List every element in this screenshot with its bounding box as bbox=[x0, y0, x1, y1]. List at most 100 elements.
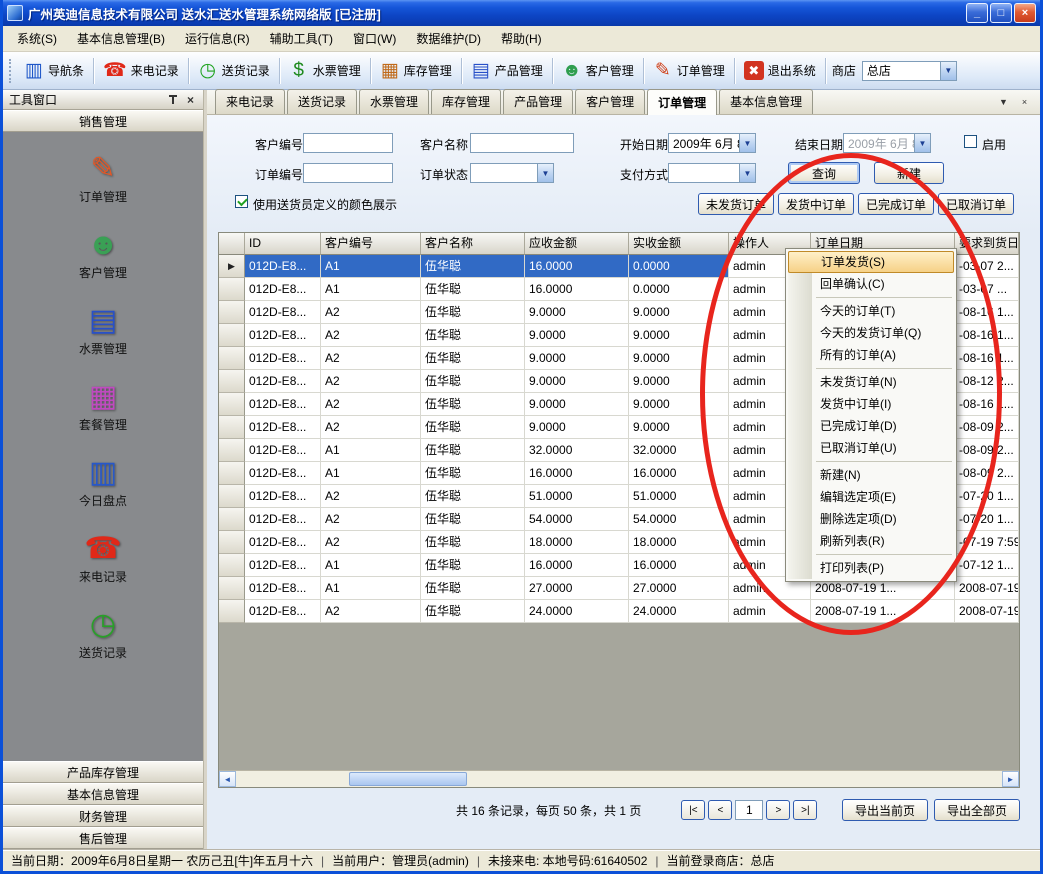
column-header-2[interactable]: 客户名称 bbox=[421, 233, 525, 255]
context-order-dispatch[interactable]: 订单发货(S) bbox=[788, 251, 954, 273]
context-today-orders[interactable]: 今天的订单(T) bbox=[788, 300, 954, 322]
row-selector[interactable] bbox=[219, 554, 245, 577]
row-selector[interactable] bbox=[219, 278, 245, 301]
tab-order[interactable]: 订单管理 bbox=[647, 89, 717, 115]
next-page-button[interactable]: > bbox=[766, 800, 790, 820]
sidebar-item-customer-mgmt[interactable]: ☻客户管理 bbox=[3, 216, 203, 292]
sidebar-item-delivery-record[interactable]: ◷送货记录 bbox=[3, 596, 203, 672]
enable-checkbox[interactable] bbox=[964, 135, 977, 148]
column-header-0[interactable]: ID bbox=[245, 233, 321, 255]
toolbar-delivery-record-button[interactable]: ◷送货记录 bbox=[191, 58, 277, 84]
context-completed-orders[interactable]: 已完成订单(D) bbox=[788, 415, 954, 437]
row-selector[interactable] bbox=[219, 370, 245, 393]
menu-data-maintenance[interactable]: 数据维护(D) bbox=[406, 25, 491, 52]
prev-page-button[interactable]: < bbox=[708, 800, 732, 820]
chevron-down-icon[interactable]: ▼ bbox=[739, 164, 755, 182]
context-dispatching-orders[interactable]: 发货中订单(I) bbox=[788, 393, 954, 415]
tab-call-record[interactable]: 来电记录 bbox=[215, 89, 285, 114]
row-selector[interactable] bbox=[219, 531, 245, 554]
row-selector[interactable] bbox=[219, 439, 245, 462]
close-button[interactable]: × bbox=[1014, 3, 1036, 23]
column-header-3[interactable]: 应收金额 bbox=[525, 233, 629, 255]
toolbar-customer-button[interactable]: ☻客户管理 bbox=[555, 58, 641, 84]
context-delete-selected[interactable]: 删除选定项(D) bbox=[788, 508, 954, 530]
tab-delivery-record[interactable]: 送货记录 bbox=[287, 89, 357, 114]
horizontal-scrollbar[interactable]: ◄ ► bbox=[219, 770, 1019, 787]
context-receipt-confirm[interactable]: 回单确认(C) bbox=[788, 273, 954, 295]
undispatched-orders-button[interactable]: 未发货订单 bbox=[698, 193, 774, 215]
sidebar-section-basic-info[interactable]: 基本信息管理 bbox=[3, 783, 203, 805]
order-no-input[interactable] bbox=[303, 163, 393, 183]
export-current-page-button[interactable]: 导出当前页 bbox=[842, 799, 928, 821]
customer-name-input[interactable] bbox=[470, 133, 574, 153]
tab-close-icon[interactable]: × bbox=[1017, 94, 1032, 109]
row-selector[interactable] bbox=[219, 485, 245, 508]
store-combo[interactable]: 总店 ▼ bbox=[862, 61, 957, 81]
pin-icon[interactable] bbox=[167, 94, 178, 105]
toolbar-product-button[interactable]: ▤产品管理 bbox=[464, 58, 550, 84]
menu-run-info[interactable]: 运行信息(R) bbox=[175, 25, 260, 52]
sidebar-item-call-record[interactable]: ☎来电记录 bbox=[3, 520, 203, 596]
row-selector[interactable] bbox=[219, 347, 245, 370]
sidebar-section-finance[interactable]: 财务管理 bbox=[3, 805, 203, 827]
toolbar-navigator-button[interactable]: ▥导航条 bbox=[17, 58, 91, 84]
completed-orders-button[interactable]: 已完成订单 bbox=[858, 193, 934, 215]
toolbar-inventory-button[interactable]: ▦库存管理 bbox=[373, 58, 459, 84]
context-all-orders[interactable]: 所有的订单(A) bbox=[788, 344, 954, 366]
context-undispatched-orders[interactable]: 未发货订单(N) bbox=[788, 371, 954, 393]
start-date-combo[interactable]: 2009年 6月 8日 ▼ bbox=[668, 133, 756, 153]
color-checkbox[interactable] bbox=[235, 195, 248, 208]
menu-basic-info-mgmt[interactable]: 基本信息管理(B) bbox=[67, 25, 175, 52]
tab-customer[interactable]: 客户管理 bbox=[575, 89, 645, 114]
row-selector[interactable]: ▶ bbox=[219, 255, 245, 278]
row-selector[interactable] bbox=[219, 462, 245, 485]
sidebar-item-order-mgmt[interactable]: ✎订单管理 bbox=[3, 140, 203, 216]
context-refresh-list[interactable]: 刷新列表(R) bbox=[788, 530, 954, 552]
tab-scroll-icon[interactable]: ▼ bbox=[996, 94, 1011, 109]
toolbar-order-button[interactable]: ✎订单管理 bbox=[646, 58, 732, 84]
chevron-down-icon[interactable]: ▼ bbox=[537, 164, 553, 182]
minimize-button[interactable]: _ bbox=[966, 3, 988, 23]
page-number-input[interactable] bbox=[735, 800, 763, 820]
row-selector[interactable] bbox=[219, 577, 245, 600]
row-selector[interactable] bbox=[219, 416, 245, 439]
chevron-down-icon[interactable]: ▼ bbox=[940, 62, 956, 80]
new-button[interactable]: 新建 bbox=[874, 162, 944, 184]
customer-no-input[interactable] bbox=[303, 133, 393, 153]
context-new-order[interactable]: 新建(N) bbox=[788, 464, 954, 486]
context-print-list[interactable]: 打印列表(P) bbox=[788, 557, 954, 579]
sidebar-item-ticket-mgmt[interactable]: ▤水票管理 bbox=[3, 292, 203, 368]
dispatching-orders-button[interactable]: 发货中订单 bbox=[778, 193, 854, 215]
menu-aux-tools[interactable]: 辅助工具(T) bbox=[260, 25, 343, 52]
menu-system[interactable]: 系统(S) bbox=[7, 25, 67, 52]
sidebar-item-package-mgmt[interactable]: ▦套餐管理 bbox=[3, 368, 203, 444]
toolbar-water-ticket-button[interactable]: $水票管理 bbox=[282, 58, 368, 84]
toolbar-exit-button[interactable]: ✖退出系统 bbox=[737, 58, 823, 83]
tab-water-ticket[interactable]: 水票管理 bbox=[359, 89, 429, 114]
sidebar-item-daily-check[interactable]: ▥今日盘点 bbox=[3, 444, 203, 520]
row-selector[interactable] bbox=[219, 393, 245, 416]
sidebar-section-after-sales[interactable]: 售后管理 bbox=[3, 827, 203, 849]
context-today-dispatch-orders[interactable]: 今天的发货订单(Q) bbox=[788, 322, 954, 344]
sidebar-section-product-inventory[interactable]: 产品库存管理 bbox=[3, 761, 203, 783]
column-header-4[interactable]: 实收金额 bbox=[629, 233, 729, 255]
menu-help[interactable]: 帮助(H) bbox=[491, 25, 552, 52]
cancelled-orders-button[interactable]: 已取消订单 bbox=[938, 193, 1014, 215]
pay-method-combo[interactable]: ▼ bbox=[668, 163, 756, 183]
first-page-button[interactable]: |< bbox=[681, 800, 705, 820]
maximize-button[interactable]: □ bbox=[990, 3, 1012, 23]
scrollbar-thumb[interactable] bbox=[349, 772, 467, 786]
chevron-down-icon[interactable]: ▼ bbox=[739, 134, 755, 152]
context-edit-selected[interactable]: 编辑选定项(E) bbox=[788, 486, 954, 508]
scroll-left-icon[interactable]: ◄ bbox=[219, 771, 236, 787]
tab-basic-info[interactable]: 基本信息管理 bbox=[719, 89, 813, 114]
scroll-right-icon[interactable]: ► bbox=[1002, 771, 1019, 787]
tab-product[interactable]: 产品管理 bbox=[503, 89, 573, 114]
tab-inventory[interactable]: 库存管理 bbox=[431, 89, 501, 114]
tool-window-close-icon[interactable]: × bbox=[184, 93, 197, 107]
export-all-pages-button[interactable]: 导出全部页 bbox=[934, 799, 1020, 821]
chevron-down-icon[interactable]: ▼ bbox=[914, 134, 930, 152]
column-header-1[interactable]: 客户编号 bbox=[321, 233, 421, 255]
menu-window[interactable]: 窗口(W) bbox=[343, 25, 406, 52]
table-row[interactable]: 012D-E8...A2伍华聪24.000024.0000admin2008-0… bbox=[219, 600, 1019, 623]
